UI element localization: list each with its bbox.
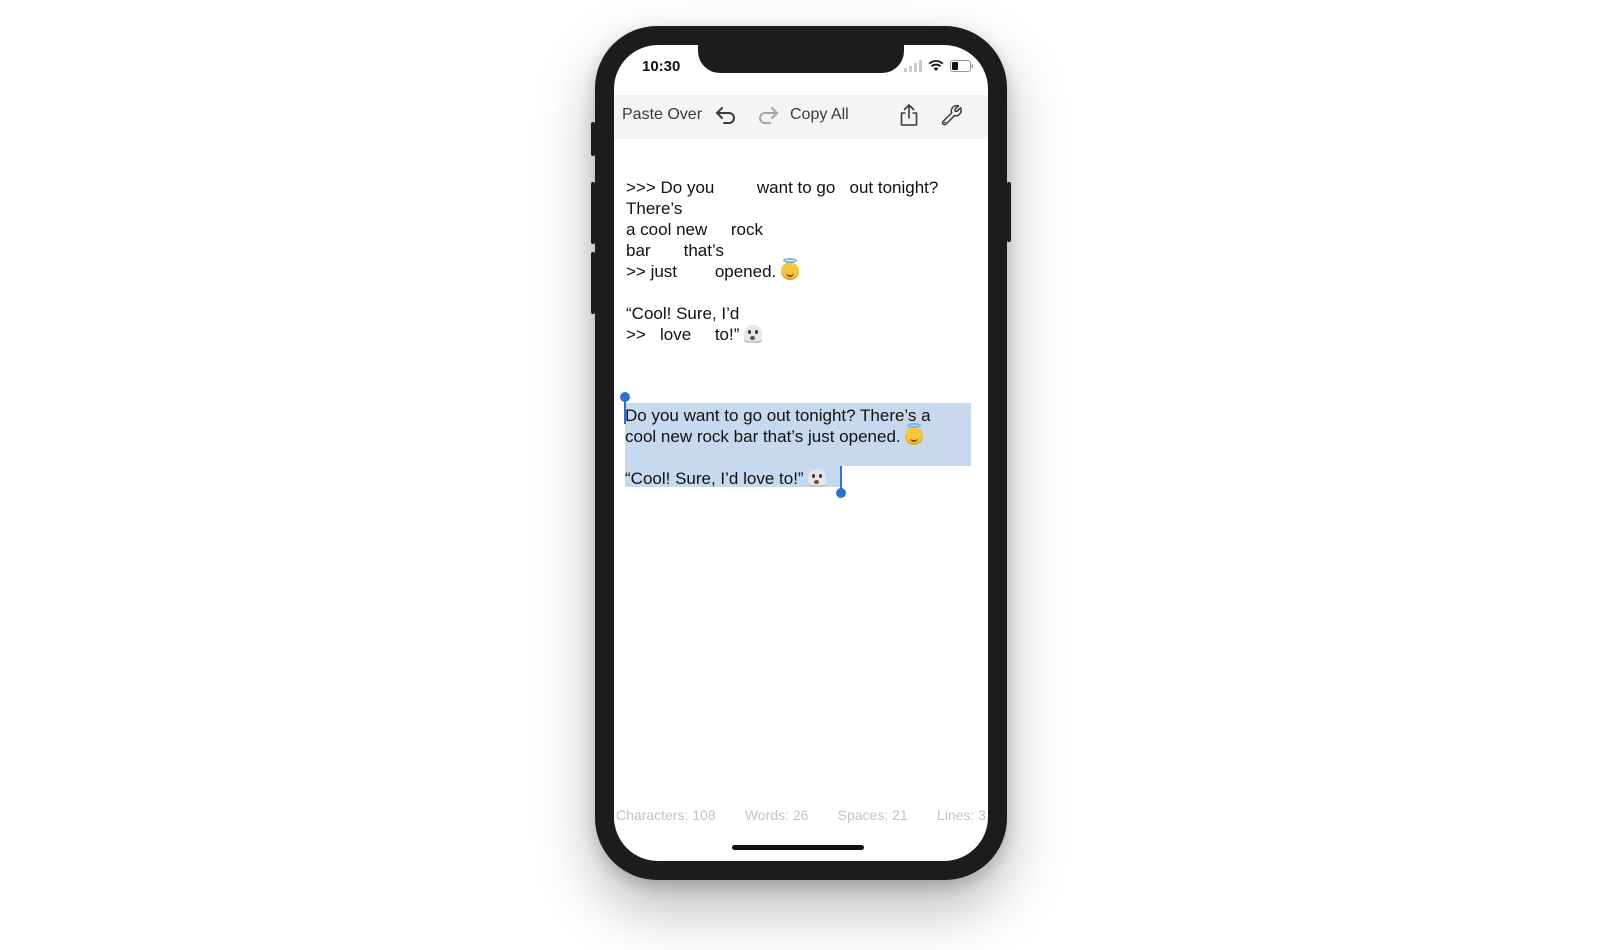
screen: 10:30 Paste Over Copy All >>> Do you wan… <box>614 45 988 861</box>
selection-start-handle[interactable] <box>620 392 630 424</box>
copy-all-button[interactable]: Copy All <box>790 106 849 124</box>
line-count: Lines: 3 <box>936 807 986 823</box>
character-count: Characters: 108 <box>616 807 716 823</box>
text-line-with-emoji: “Cool! Sure, I’d love to!” <box>625 468 971 489</box>
ghost-emoji-icon <box>744 325 763 343</box>
signal-icon <box>904 60 922 72</box>
undo-icon[interactable] <box>712 101 740 129</box>
text-line: a cool new rock <box>626 220 764 239</box>
text-line: >> love to!” <box>626 325 740 344</box>
word-count: Words: 26 <box>744 807 809 823</box>
selected-text-content: Do you want to go out tonight? There’s a… <box>625 403 971 489</box>
text-line: bar that’s <box>626 241 724 260</box>
paste-over-button[interactable]: Paste Over <box>622 106 702 124</box>
angel-emoji-icon <box>905 423 924 445</box>
selected-text[interactable]: Do you want to go out tonight? There’s a… <box>620 392 971 498</box>
redo-icon[interactable] <box>754 101 782 129</box>
volume-down-button <box>591 252 595 314</box>
status-time: 10:30 <box>642 58 681 75</box>
text-line: cool new rock bar that’s just opened. <box>625 427 901 446</box>
home-indicator[interactable] <box>732 845 864 850</box>
text-line: There’s <box>626 199 683 218</box>
toolbar: Paste Over Copy All <box>614 95 988 139</box>
share-icon[interactable] <box>895 101 923 129</box>
text-line: “Cool! Sure, I’d <box>626 304 740 323</box>
selection-end-handle[interactable] <box>836 466 846 498</box>
battery-icon <box>950 60 974 72</box>
ghost-emoji-icon <box>808 469 827 487</box>
wifi-icon <box>928 60 944 71</box>
text-stats-bar: Characters: 108 Words: 26 Spaces: 21 Lin… <box>614 807 988 823</box>
notch <box>698 45 904 73</box>
space-count: Spaces: 21 <box>837 807 908 823</box>
wrench-icon[interactable] <box>938 101 966 129</box>
text-line-with-emoji: cool new rock bar that’s just opened. <box>625 423 971 447</box>
text-line-with-emoji: >> just opened. <box>626 258 976 282</box>
power-button <box>1007 182 1011 242</box>
angel-emoji-icon <box>781 258 800 280</box>
text-line: >>> Do you want to go out tonight? <box>626 178 939 197</box>
text-line: “Cool! Sure, I’d love to!” <box>625 469 804 488</box>
phone-frame: 10:30 Paste Over Copy All >>> Do you wan… <box>591 26 1011 880</box>
text-line-with-emoji: >> love to!” <box>626 324 976 345</box>
status-icons <box>904 60 974 72</box>
mute-switch <box>591 122 595 156</box>
quoted-text-editor[interactable]: >>> Do you want to go out tonight? There… <box>626 177 976 345</box>
volume-up-button <box>591 182 595 244</box>
text-line: >> just opened. <box>626 262 777 281</box>
